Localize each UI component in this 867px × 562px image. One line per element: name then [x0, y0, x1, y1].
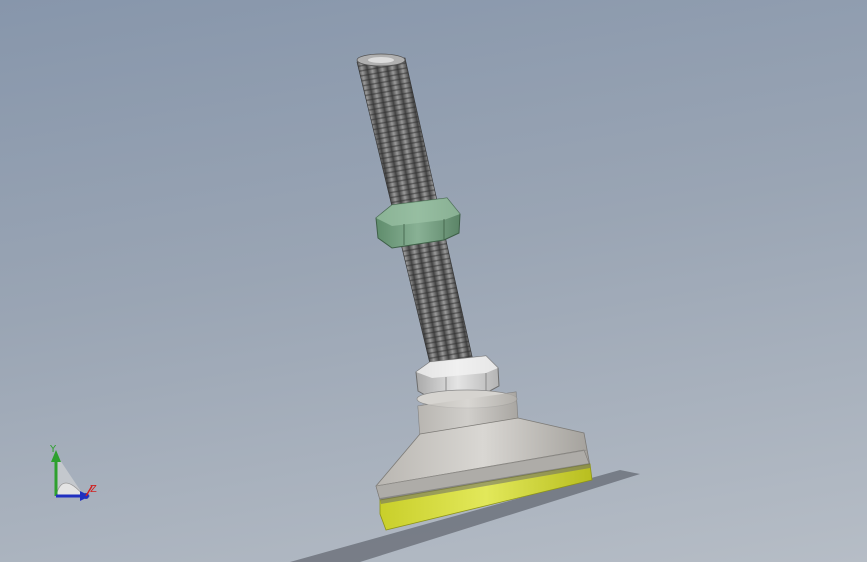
triad-z-label: Z — [90, 484, 97, 495]
graphics-viewport[interactable]: Y Z — [0, 0, 867, 562]
triad-y-label: Y — [49, 444, 57, 455]
lock-nut[interactable] — [375, 197, 461, 249]
reference-triad[interactable]: Y Z — [40, 440, 110, 510]
model-scene[interactable] — [0, 0, 867, 562]
